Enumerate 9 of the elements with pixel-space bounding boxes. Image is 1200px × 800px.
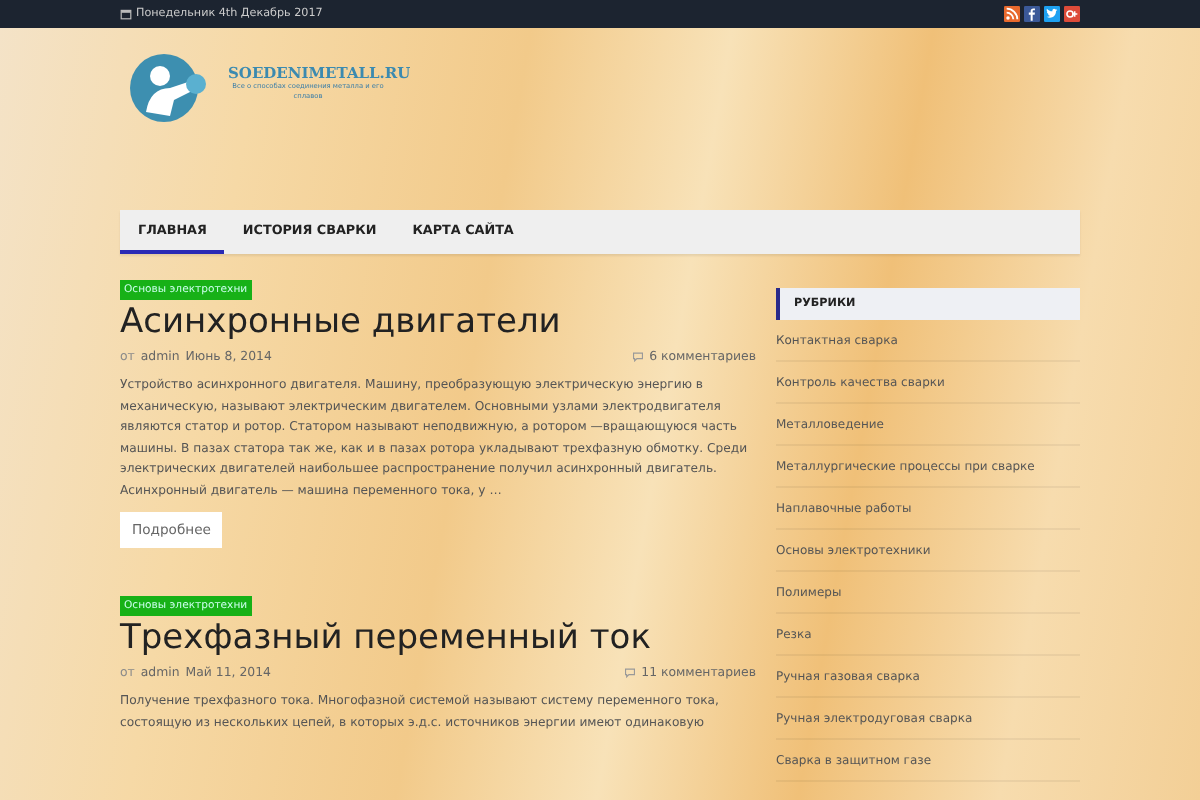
post-title[interactable]: Асинхронные двигатели <box>120 302 561 344</box>
facebook-icon[interactable] <box>1024 6 1040 22</box>
google-plus-icon[interactable] <box>1064 6 1080 22</box>
comment-icon <box>631 352 644 362</box>
comment-icon <box>623 668 636 678</box>
post-title[interactable]: Трехфазный переменный ток <box>120 618 651 660</box>
twitter-icon[interactable] <box>1044 6 1060 22</box>
calendar-icon <box>120 8 132 20</box>
rss-icon[interactable] <box>1004 6 1020 22</box>
